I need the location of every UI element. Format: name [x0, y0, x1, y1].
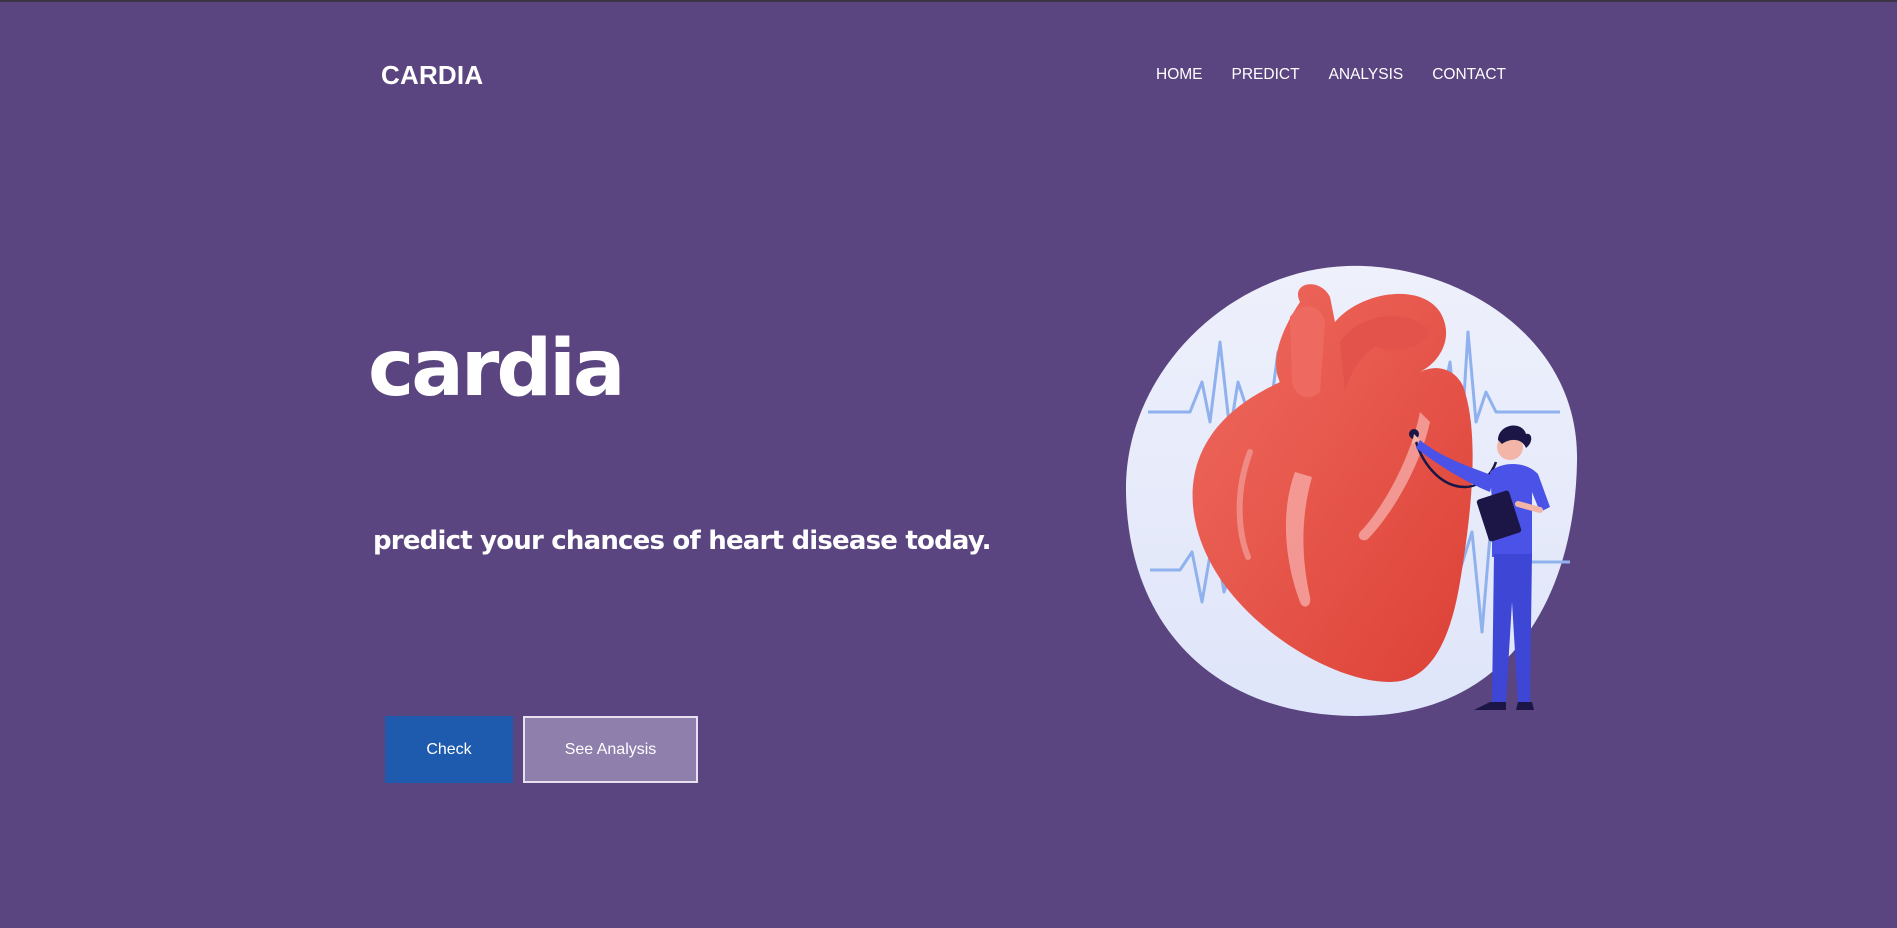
check-button[interactable]: Check	[385, 716, 513, 783]
nav-link-home[interactable]: HOME	[1156, 66, 1203, 84]
hero-title: cardia	[368, 324, 626, 414]
brand-logo[interactable]: CARDIA	[381, 60, 483, 91]
see-analysis-button[interactable]: See Analysis	[523, 716, 698, 783]
nav-links: HOME PREDICT ANALYSIS CONTACT	[1127, 66, 1506, 84]
nav-link-predict[interactable]: PREDICT	[1232, 66, 1300, 84]
nav-link-analysis[interactable]: ANALYSIS	[1329, 66, 1404, 84]
nav-link-contact[interactable]: CONTACT	[1432, 66, 1506, 84]
navbar: CARDIA HOME PREDICT ANALYSIS CONTACT	[0, 0, 1897, 160]
hero-subtitle: predict your chances of heart disease to…	[373, 526, 991, 556]
heart-doctor-illustration	[1125, 265, 1578, 717]
